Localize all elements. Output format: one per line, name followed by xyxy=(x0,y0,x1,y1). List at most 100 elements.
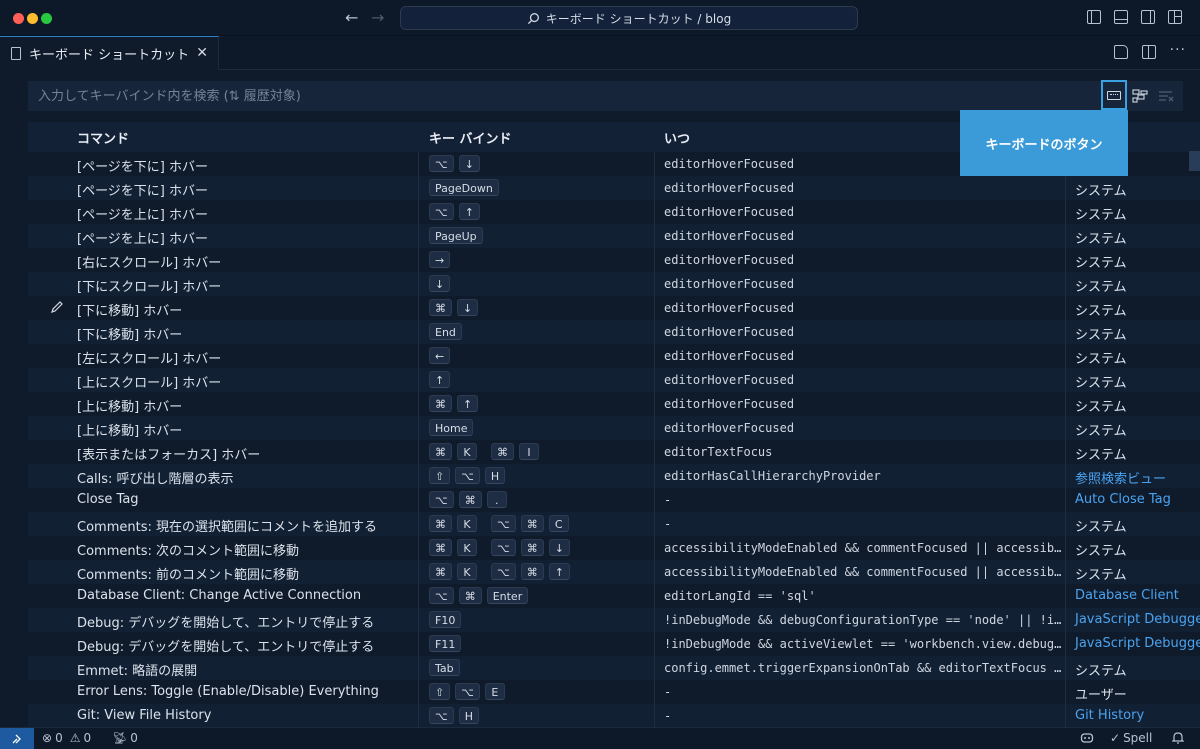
key-cap: ↓ xyxy=(548,539,570,556)
column-divider xyxy=(1065,584,1066,608)
table-row[interactable]: Comments: 現在の選択範囲にコメントを追加する ⌘ K ⌥ ⌘ C - システム xyxy=(28,512,1200,536)
when-cell: editorLangId == 'sql' xyxy=(664,589,816,603)
table-row[interactable]: Emmet: 略語の展開 Tab config.emmet.triggerExpan… xyxy=(28,656,1200,680)
table-row[interactable]: [上に移動] ホバー ⌘ ↑ editorHoverFocused システム xyxy=(28,392,1200,416)
column-divider xyxy=(654,608,655,632)
table-body: [ページを下に] ホバー ⌥ ↓ editorHoverFocused [ページを下に]… xyxy=(28,152,1200,728)
tab-label: キーボード ショートカット xyxy=(29,48,190,63)
forward-arrow-icon[interactable]: → xyxy=(371,8,384,27)
toggle-secondary-sidebar-icon[interactable] xyxy=(1141,10,1155,24)
tab-keyboard-shortcuts[interactable]: キーボード ショートカット ✕ xyxy=(0,36,219,70)
table-row[interactable]: Comments: 前のコメント範囲に移動 ⌘ K ⌥ ⌘ ↑ accessibilityM… xyxy=(28,560,1200,584)
source-cell[interactable]: JavaScript Debugger xyxy=(1075,612,1200,627)
source-cell[interactable]: Auto Close Tag xyxy=(1075,492,1171,507)
column-divider xyxy=(1065,296,1066,320)
toggle-panel-icon[interactable] xyxy=(1114,10,1128,24)
key-cap: ⌘ xyxy=(429,563,452,580)
key-cap: PageDown xyxy=(429,179,499,196)
source-cell: システム xyxy=(1075,520,1127,535)
back-arrow-icon[interactable]: ← xyxy=(345,8,358,27)
table-row[interactable]: [ページを上に] ホバー PageUp editorHoverFocused システム xyxy=(28,224,1200,248)
table-row[interactable]: [ページを上に] ホバー ⌥ ↑ editorHoverFocused システム xyxy=(28,200,1200,224)
customize-layout-icon[interactable] xyxy=(1168,10,1182,24)
when-cell: editorHoverFocused xyxy=(664,181,795,195)
source-cell: システム xyxy=(1075,400,1127,415)
key-cap: ⇧ xyxy=(429,467,451,484)
close-window-button[interactable] xyxy=(13,13,24,24)
column-header-when[interactable]: いつ xyxy=(664,128,690,147)
record-keys-button[interactable] xyxy=(1101,80,1127,110)
table-row[interactable]: [下に移動] ホバー End editorHoverFocused システム xyxy=(28,320,1200,344)
problems-indicator[interactable]: ⊗ 0 ⚠ 0 xyxy=(42,731,91,745)
table-row[interactable]: [右にスクロール] ホバー → editorHoverFocused システム xyxy=(28,248,1200,272)
column-divider xyxy=(418,560,419,584)
source-cell: システム xyxy=(1075,232,1127,247)
notifications-indicator[interactable] xyxy=(1172,731,1184,744)
toggle-primary-sidebar-icon[interactable] xyxy=(1087,10,1101,24)
when-cell: accessibilityModeEnabled && commentFocus… xyxy=(664,541,1064,555)
table-row[interactable]: Git: View File History ⌥ H - Git History xyxy=(28,704,1200,728)
column-divider xyxy=(654,296,655,320)
table-row[interactable]: [ページを下に] ホバー PageDown editorHoverFocused シス… xyxy=(28,176,1200,200)
open-json-icon[interactable] xyxy=(1113,45,1128,59)
pencil-icon[interactable] xyxy=(50,300,64,314)
table-row[interactable]: Debug: デバッグを開始して、エントリで停止する F11 !inDebugMod… xyxy=(28,632,1200,656)
table-row[interactable]: [下にスクロール] ホバー ↓ editorHoverFocused システム xyxy=(28,272,1200,296)
column-divider xyxy=(1065,488,1066,512)
table-row[interactable]: [上に移動] ホバー Home editorHoverFocused システム xyxy=(28,416,1200,440)
table-row[interactable]: Database Client: Change Active Connectio… xyxy=(28,584,1200,608)
source-cell: システム xyxy=(1075,328,1127,343)
spell-check-indicator[interactable]: ✓ Spell xyxy=(1110,731,1152,745)
more-actions-icon[interactable]: ··· xyxy=(1170,42,1186,59)
source-cell: システム xyxy=(1075,424,1127,439)
column-header-command[interactable]: コマンド xyxy=(77,128,129,147)
split-editor-icon[interactable] xyxy=(1141,45,1156,59)
column-divider xyxy=(418,440,419,464)
table-row[interactable]: [表示またはフォーカス] ホバー ⌘ K ⌘ IeditorTextFocus システム xyxy=(28,440,1200,464)
source-cell[interactable]: JavaScript Debugger xyxy=(1075,636,1200,651)
table-row[interactable]: Calls: 呼び出し階層の表示 ⇧ ⌥ HeditorHasCallHierarch… xyxy=(28,464,1200,488)
source-cell: システム xyxy=(1075,280,1127,295)
key-cap: ↓ xyxy=(429,275,451,292)
source-cell[interactable]: Git History xyxy=(1075,708,1144,723)
table-row[interactable]: [上にスクロール] ホバー ↑ editorHoverFocused システム xyxy=(28,368,1200,392)
key-cap: K xyxy=(457,515,477,532)
sort-by-precedence-icon[interactable] xyxy=(1132,89,1148,103)
table-row[interactable]: Close Tag ⌥ ⌘. - Auto Close Tag xyxy=(28,488,1200,512)
table-row[interactable]: Debug: デバッグを開始して、エントリで停止する F10 !inDebugMod… xyxy=(28,608,1200,632)
column-divider xyxy=(654,536,655,560)
minimize-window-button[interactable] xyxy=(27,13,38,24)
key-cap: K xyxy=(457,443,477,460)
command-center[interactable]: キーボード ショートカット / blog xyxy=(400,6,858,30)
table-row[interactable]: Error Lens: Toggle (Enable/Disable) Ever… xyxy=(28,680,1200,704)
scrollbar-thumb[interactable] xyxy=(1189,151,1200,171)
ports-indicator[interactable]: 📡︎ 0 xyxy=(112,731,138,745)
maximize-window-button[interactable] xyxy=(41,13,52,24)
keybinding-cell: ⌘ ↓ xyxy=(429,299,479,316)
keybinding-cell: ⌥ ⌘. xyxy=(429,491,507,508)
chord-separator xyxy=(482,539,486,556)
table-row[interactable]: [下に移動] ホバー ⌘ ↓ editorHoverFocused システム xyxy=(28,296,1200,320)
source-cell[interactable]: Database Client xyxy=(1075,588,1179,603)
close-icon[interactable]: ✕ xyxy=(196,45,208,61)
command-cell: Database Client: Change Active Connectio… xyxy=(77,588,362,603)
column-header-keybinding[interactable]: キー バインド xyxy=(429,128,512,147)
search-input[interactable] xyxy=(28,81,1088,111)
keybinding-cell: ⇧ ⌥ H xyxy=(429,467,506,484)
when-cell: editorHoverFocused xyxy=(664,301,795,315)
tab-bar: キーボード ショートカット ✕ ··· xyxy=(0,36,1200,70)
source-cell[interactable]: 参照検索ビュー xyxy=(1075,468,1166,487)
remote-indicator[interactable] xyxy=(0,728,34,749)
key-cap: F10 xyxy=(429,611,462,628)
clear-search-icon[interactable] xyxy=(1158,89,1174,103)
command-cell: [ページを上に] ホバー xyxy=(77,208,209,223)
key-cap: . xyxy=(486,491,507,508)
copilot-indicator[interactable] xyxy=(1080,731,1094,744)
key-cap: C xyxy=(548,515,569,532)
column-divider xyxy=(654,416,655,440)
table-row[interactable]: Comments: 次のコメント範囲に移動 ⌘ K ⌥ ⌘ ↓ accessibilityM… xyxy=(28,536,1200,560)
command-cell: [ページを上に] ホバー xyxy=(77,232,209,247)
table-row[interactable]: [左にスクロール] ホバー ← editorHoverFocused システム xyxy=(28,344,1200,368)
keybinding-cell: PageUp xyxy=(429,227,483,244)
keybinding-cell: ⌘ K ⌥ ⌘ C xyxy=(429,515,569,532)
